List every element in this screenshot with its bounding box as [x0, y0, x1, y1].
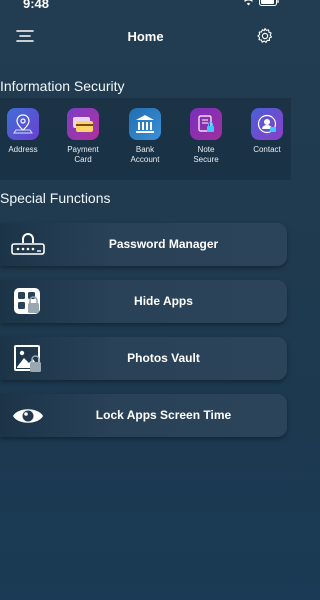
app-header: Home — [0, 14, 291, 60]
info-item-label: Bank Account — [130, 145, 160, 164]
contact-lock-icon — [251, 108, 283, 140]
func-label: Hide Apps — [134, 294, 193, 308]
info-item-label: Address — [8, 145, 38, 154]
info-section-title: Information Security — [0, 78, 125, 94]
info-item-label: Payment Card — [67, 145, 99, 164]
info-item-address[interactable]: Address — [0, 108, 52, 155]
info-security-panel: Address Payment Card Bank Account Note S… — [0, 98, 291, 180]
status-time: 9:48 — [23, 0, 50, 11]
credit-card-icon — [67, 108, 99, 140]
special-section-title: Special Functions — [0, 190, 111, 206]
battery-icon — [259, 0, 279, 6]
page-title: Home — [127, 29, 164, 44]
info-item-contact[interactable]: Contact — [238, 108, 296, 155]
note-lock-icon — [190, 108, 222, 140]
wifi-icon — [244, 0, 253, 5]
bank-icon — [129, 108, 161, 140]
password-manager-button[interactable]: Password Manager — [0, 223, 287, 266]
info-item-label: Contact — [253, 145, 281, 154]
hide-apps-button[interactable]: Hide Apps — [0, 280, 287, 323]
func-label: Lock Apps Screen Time — [95, 408, 232, 422]
func-label: Password Manager — [108, 237, 219, 251]
info-item-payment-card[interactable]: Payment Card — [54, 108, 112, 165]
lock-apps-screen-time-button[interactable]: Lock Apps Screen Time — [0, 394, 287, 437]
photos-vault-button[interactable]: Photos Vault — [0, 337, 287, 380]
info-item-label: Note Secure — [193, 145, 219, 164]
settings-button[interactable] — [256, 27, 274, 45]
location-icon — [7, 108, 39, 140]
status-bar: 9:48 — [0, 0, 291, 14]
info-item-bank-account[interactable]: Bank Account — [116, 108, 174, 165]
func-label: Photos Vault — [127, 351, 200, 365]
gear-icon — [257, 27, 273, 43]
status-icons — [243, 0, 279, 6]
info-item-note-secure[interactable]: Note Secure — [177, 108, 235, 165]
